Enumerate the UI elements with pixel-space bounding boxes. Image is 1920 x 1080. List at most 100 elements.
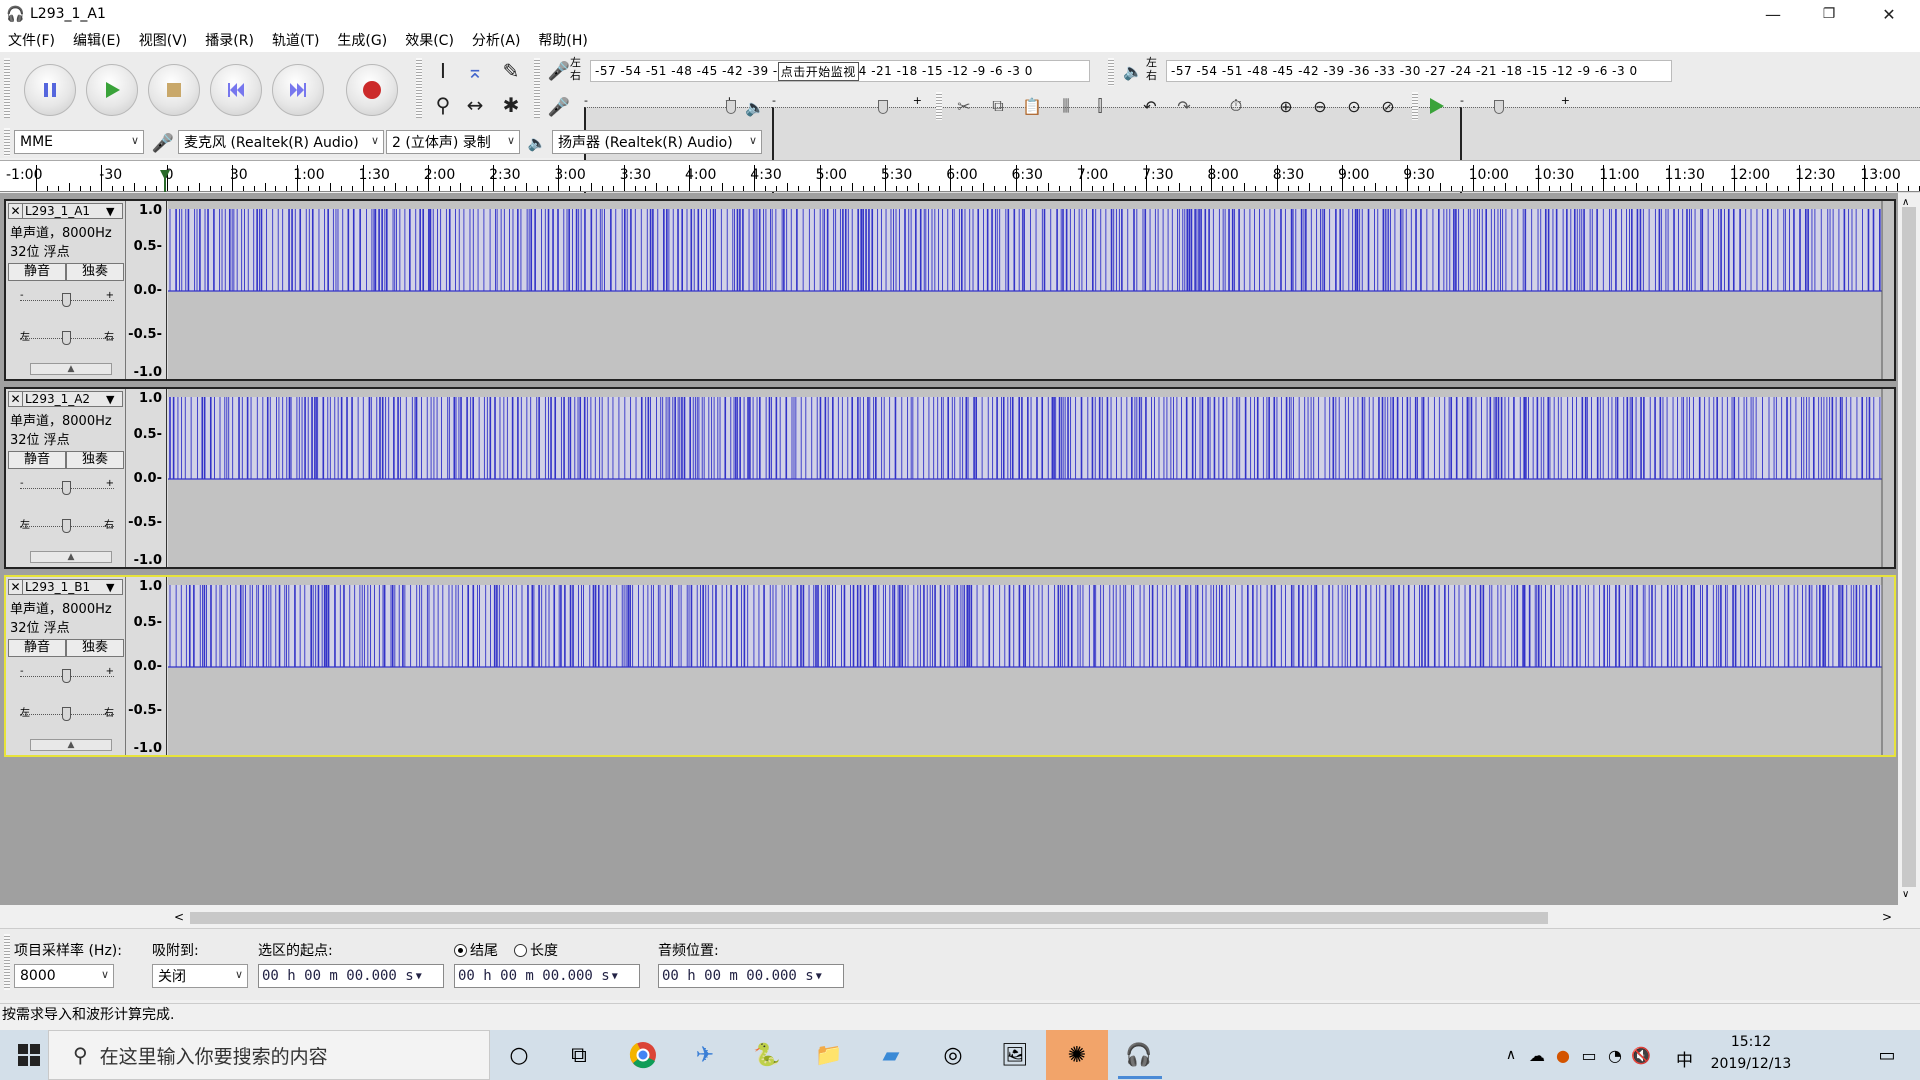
pan-thumb[interactable] bbox=[62, 519, 71, 533]
track-name-bar[interactable]: ✕ L293_1_A1 ▼ bbox=[8, 203, 123, 219]
vertical-scroll-thumb[interactable] bbox=[1902, 207, 1916, 887]
record-volume-thumb[interactable] bbox=[726, 100, 736, 114]
menu-transport[interactable]: 播录(R) bbox=[205, 30, 254, 50]
menu-edit[interactable]: 编辑(E) bbox=[73, 30, 121, 50]
toolbar-grip[interactable] bbox=[936, 92, 942, 120]
colorful-app-icon[interactable]: ✺ bbox=[1060, 1038, 1094, 1072]
track-close-icon[interactable]: ✕ bbox=[9, 392, 23, 406]
mute-button[interactable]: 静音 bbox=[8, 263, 66, 281]
fit-selection-icon[interactable]: ⊙ bbox=[1340, 92, 1368, 120]
mute-button[interactable]: 静音 bbox=[8, 639, 66, 657]
pan-thumb[interactable] bbox=[62, 707, 71, 721]
maximize-button[interactable]: ❐ bbox=[1800, 0, 1858, 28]
silence-icon[interactable]: ⫿ bbox=[1086, 92, 1114, 120]
audio-track[interactable]: ✕ L293_1_A2 ▼ 单声道，8000Hz 32位 浮点 静音 独奏 - + 左右 ▲ 1.0 0… bbox=[4, 387, 1896, 569]
cortana-icon[interactable]: ○ bbox=[502, 1038, 536, 1072]
audio-track[interactable]: ✕ L293_1_B1 ▼ 单声道，8000Hz 32位 浮点 静音 独奏 - + 左右 ▲ 1.0 0… bbox=[4, 575, 1896, 757]
gain-slider[interactable]: - + bbox=[20, 290, 114, 307]
clock-date[interactable]: 2019/12/13 bbox=[1704, 1056, 1798, 1072]
notes-app-icon[interactable]: ▰ bbox=[874, 1038, 908, 1072]
fit-project-icon[interactable]: ⊘ bbox=[1374, 92, 1402, 120]
vertical-scrollbar[interactable]: ∧ ∨ bbox=[1898, 193, 1920, 905]
stop-button[interactable] bbox=[148, 64, 200, 116]
gain-slider[interactable]: - + bbox=[20, 666, 114, 683]
selection-start-time[interactable]: 00 h 00 m 00.000 s ▼ bbox=[258, 964, 444, 988]
menu-generate[interactable]: 生成(G) bbox=[337, 30, 387, 50]
length-radio[interactable]: 长度 bbox=[514, 940, 558, 960]
record-meter[interactable]: -57 -54 -51 -48 -45 -42 -39 - 点击开始监视 4 -21… bbox=[590, 60, 1090, 82]
scroll-left-icon[interactable]: < bbox=[174, 910, 184, 924]
pause-button[interactable] bbox=[24, 64, 76, 116]
bird-app-icon[interactable]: ✈ bbox=[688, 1038, 722, 1072]
undo-icon[interactable]: ↶ bbox=[1136, 92, 1164, 120]
zoom-out-icon[interactable]: ⊖ bbox=[1306, 92, 1334, 120]
task-view-icon[interactable]: ⧉ bbox=[562, 1038, 596, 1072]
track-menu-dropdown-icon[interactable]: ▼ bbox=[106, 393, 122, 406]
zoom-in-icon[interactable]: ⊕ bbox=[1272, 92, 1300, 120]
end-radio[interactable]: 结尾 bbox=[454, 940, 498, 960]
gain-slider[interactable]: - + bbox=[20, 478, 114, 495]
track-area[interactable]: ✕ L293_1_A1 ▼ 单声道，8000Hz 32位 浮点 静音 独奏 - + 左右 ▲ 1.0 0… bbox=[0, 193, 1898, 905]
collapse-track-icon[interactable]: ▲ bbox=[30, 551, 112, 563]
taskbar-search-input[interactable]: ⚲ 在这里输入你要搜索的内容 bbox=[48, 1030, 490, 1080]
skip-to-start-button[interactable] bbox=[210, 64, 262, 116]
recording-channels-select[interactable]: 2 (立体声) 录制 ∨ bbox=[386, 130, 520, 154]
recording-device-select[interactable]: 麦克风 (Realtek(R) Audio) ∨ bbox=[178, 130, 384, 154]
playback-volume-slider[interactable]: - + bbox=[772, 94, 1920, 289]
pan-slider[interactable]: 左右 bbox=[20, 331, 114, 345]
play-speed-slider[interactable]: - + bbox=[1460, 94, 1920, 289]
audio-host-select[interactable]: MME ∨ bbox=[14, 130, 144, 154]
windows-start-icon[interactable] bbox=[12, 1038, 46, 1072]
cut-icon[interactable]: ✂ bbox=[950, 92, 978, 120]
solo-button[interactable]: 独奏 bbox=[66, 263, 124, 281]
track-close-icon[interactable]: ✕ bbox=[9, 580, 23, 594]
pan-slider[interactable]: 左右 bbox=[20, 707, 114, 721]
minimize-button[interactable]: — bbox=[1744, 0, 1802, 28]
playhead-marker[interactable] bbox=[160, 170, 170, 192]
track-name[interactable]: L293_1_A1 bbox=[23, 204, 106, 218]
paste-icon[interactable]: 📋 bbox=[1018, 92, 1046, 120]
toolbar-grip[interactable] bbox=[4, 128, 10, 156]
multi-tool-icon[interactable]: ✱ bbox=[496, 90, 526, 120]
playback-volume-thumb[interactable] bbox=[878, 100, 888, 114]
toolbar-grip[interactable] bbox=[1412, 92, 1418, 120]
file-explorer-icon[interactable]: 📁 bbox=[812, 1038, 846, 1072]
timeline-ruler[interactable]: -1:00 -30 0 30 1:00 1:30 2:00 2:30 3:00 3:30 4:00 4… bbox=[0, 160, 1920, 192]
copy-icon[interactable]: ⧉ bbox=[984, 92, 1012, 120]
scroll-down-icon[interactable]: ∨ bbox=[1902, 889, 1909, 900]
track-menu-dropdown-icon[interactable]: ▼ bbox=[106, 581, 122, 594]
trim-icon[interactable]: ⫼ bbox=[1052, 92, 1080, 120]
play-meter[interactable]: -57 -54 -51 -48 -45 -42 -39 -36 -33 -30 … bbox=[1166, 60, 1672, 82]
mute-button[interactable]: 静音 bbox=[8, 451, 66, 469]
menu-effect[interactable]: 效果(C) bbox=[405, 30, 454, 50]
toolbar-grip[interactable] bbox=[4, 58, 10, 118]
draw-tool-icon[interactable]: ✎ bbox=[496, 56, 526, 86]
solo-button[interactable]: 独奏 bbox=[66, 451, 124, 469]
menu-view[interactable]: 视图(V) bbox=[139, 30, 188, 50]
redo-icon[interactable]: ↷ bbox=[1170, 92, 1198, 120]
sync-lock-icon[interactable]: ⏱ bbox=[1222, 92, 1250, 120]
skip-to-end-button[interactable] bbox=[272, 64, 324, 116]
selection-tool-icon[interactable]: I bbox=[428, 56, 458, 86]
length-radio-indicator[interactable] bbox=[514, 944, 527, 957]
toolbar-grip[interactable] bbox=[1108, 58, 1114, 86]
record-volume-slider[interactable]: -+ bbox=[584, 94, 1920, 289]
zoom-tool-icon[interactable]: ⚲ bbox=[428, 90, 458, 120]
chrome-icon[interactable] bbox=[626, 1038, 660, 1072]
menu-file[interactable]: 文件(F) bbox=[8, 30, 55, 50]
toolbar-grip[interactable] bbox=[416, 58, 422, 118]
track-control-panel[interactable]: ✕ L293_1_A2 ▼ 单声道，8000Hz 32位 浮点 静音 独奏 - + 左右 ▲ bbox=[6, 389, 126, 567]
track-name-bar[interactable]: ✕ L293_1_B1 ▼ bbox=[8, 579, 123, 595]
track-control-panel[interactable]: ✕ L293_1_B1 ▼ 单声道，8000Hz 32位 浮点 静音 独奏 - + 左右 ▲ bbox=[6, 577, 126, 755]
notification-icon[interactable]: ▭ bbox=[1870, 1038, 1904, 1072]
gain-thumb[interactable] bbox=[62, 669, 71, 683]
record-monitor-hint[interactable]: 点击开始监视 bbox=[777, 61, 859, 81]
project-rate-select[interactable]: 8000 ∨ bbox=[14, 964, 114, 988]
menu-analyze[interactable]: 分析(A) bbox=[472, 30, 521, 50]
menu-tracks[interactable]: 轨道(T) bbox=[272, 30, 319, 50]
collapse-track-icon[interactable]: ▲ bbox=[30, 363, 112, 375]
clock-time[interactable]: 15:12 bbox=[1704, 1034, 1798, 1050]
horizontal-scroll-thumb[interactable] bbox=[190, 912, 1548, 924]
pan-thumb[interactable] bbox=[62, 331, 71, 345]
time-shift-tool-icon[interactable]: ↔ bbox=[460, 90, 490, 120]
